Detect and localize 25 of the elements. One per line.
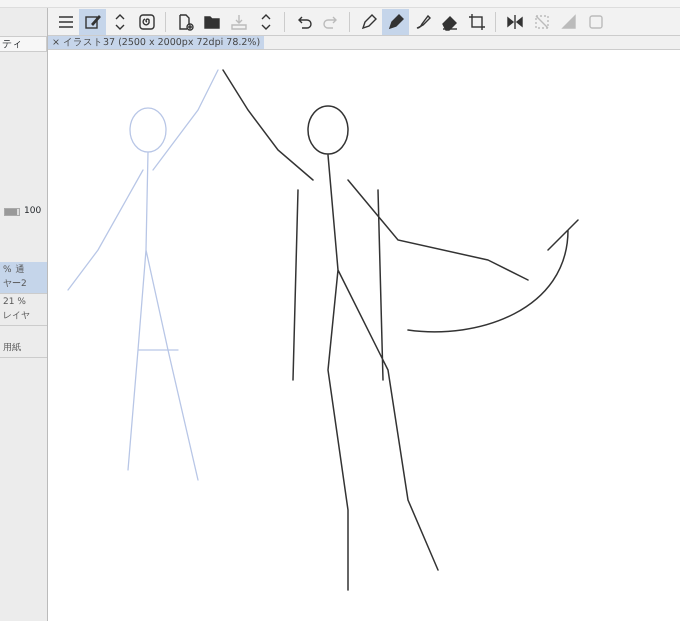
layer-opacity: 21 %: [3, 296, 26, 309]
pen-square-icon: [84, 12, 102, 30]
layer-row[interactable]: 21 % レイヤ: [0, 294, 47, 326]
pen-nib-icon: [360, 12, 378, 30]
layer-name: レイヤ: [3, 310, 31, 322]
document-title: イラスト37 (2500 x 2000px 72dpi 78.2%): [62, 37, 260, 48]
layer-row[interactable]: 用紙: [0, 326, 47, 358]
blend-mode: 通: [16, 264, 25, 277]
layer-name: 用紙: [3, 342, 22, 354]
panel-tab[interactable]: ティ: [0, 36, 47, 52]
opacity-slider[interactable]: [4, 208, 20, 216]
layer-opacity: %: [3, 264, 12, 277]
pen-square-button[interactable]: [79, 8, 106, 34]
frame-icon: [586, 12, 604, 30]
spiral-icon: [138, 12, 156, 30]
clear-selection-icon: [532, 12, 550, 30]
layer-name: ヤー2: [3, 278, 28, 290]
close-tab-button[interactable]: ×: [52, 37, 60, 48]
pen-icon: [386, 12, 404, 30]
layer-row[interactable]: % 通 ヤー2: [0, 262, 47, 294]
opacity-value[interactable]: 100: [24, 205, 42, 219]
fill-icon: [560, 12, 578, 30]
pen-button[interactable]: [382, 8, 409, 34]
flip-icon: [506, 12, 524, 30]
tray-icon: [230, 12, 248, 30]
